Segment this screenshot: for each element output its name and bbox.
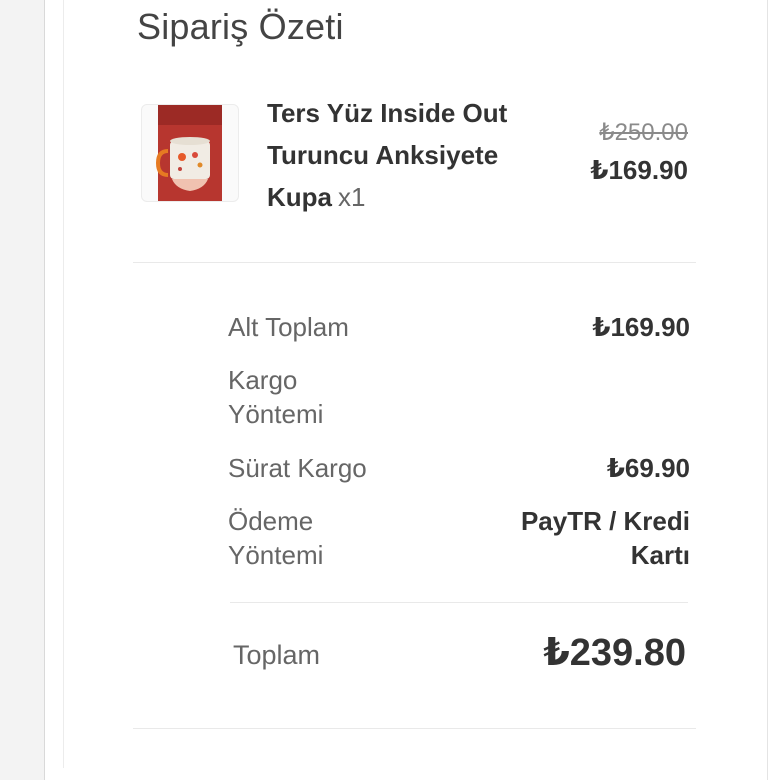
total-value: ₺239.80 [543, 632, 686, 674]
subtotal-label: Alt Toplam [228, 312, 349, 342]
product-mug-image [155, 105, 222, 201]
card-inner-border [63, 0, 64, 768]
payment-method-label: Ödeme Yöntemi [228, 506, 324, 570]
product-thumbnail[interactable] [141, 104, 239, 202]
product-divider [133, 262, 696, 263]
total-divider [230, 602, 688, 603]
order-summary-title: Sipariş Özeti [137, 6, 344, 47]
product-name[interactable]: Ters Yüz Inside Out Turuncu Anksiyete Ku… [267, 92, 567, 218]
shipping-carrier-price: ₺69.90 [606, 453, 690, 483]
shipping-carrier-label: Sürat Kargo [228, 453, 367, 483]
bottom-divider [133, 728, 696, 729]
product-quantity: x1 [338, 182, 366, 212]
subtotal-value: ₺169.90 [592, 312, 690, 342]
shipping-method-label: Kargo Yöntemi [228, 365, 324, 429]
product-name-text: Ters Yüz Inside Out Turuncu Anksiyete Ku… [267, 98, 508, 212]
payment-method-value: PayTR / Kredi Kartı [520, 506, 690, 570]
total-label: Toplam [233, 640, 321, 670]
product-price: ₺169.90 [590, 155, 688, 185]
product-old-price: ₺250.00 [599, 119, 688, 146]
